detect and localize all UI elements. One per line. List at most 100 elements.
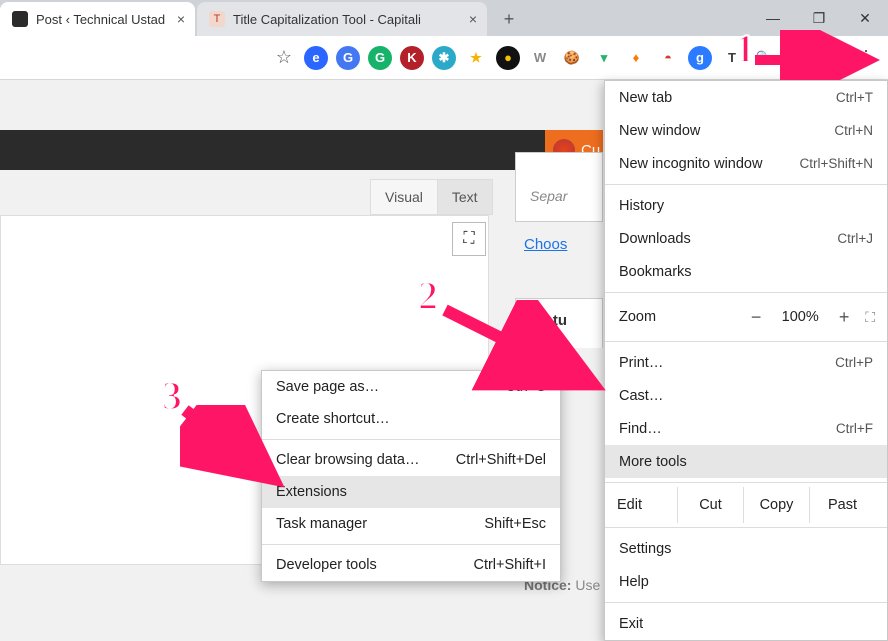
extension-icon[interactable]: ♦ (624, 46, 648, 70)
menu-separator (605, 341, 887, 342)
submenu-create-shortcut[interactable]: Create shortcut… (262, 403, 560, 435)
menu-label: Task manager (276, 516, 367, 532)
menu-shortcut: Ctrl+F (836, 421, 873, 436)
new-tab-button[interactable]: + (495, 5, 523, 33)
tab-title: Post ‹ Technical Ustad (36, 12, 167, 27)
choose-link[interactable]: Choos (524, 236, 567, 253)
menu-shortcut: Ctrl+Shift+I (473, 557, 546, 573)
submenu-clear-data[interactable]: Clear browsing data…Ctrl+Shift+Del (262, 444, 560, 476)
more-tools-submenu: Save page as…Ctrl+S Create shortcut… Cle… (261, 370, 561, 582)
menu-help[interactable]: Help (605, 565, 887, 598)
extension-icon[interactable]: K (400, 46, 424, 70)
menu-label: Exit (619, 616, 643, 632)
menu-label: Developer tools (276, 557, 377, 573)
menu-separator (605, 482, 887, 483)
browser-tab-1[interactable]: Post ‹ Technical Ustad × (0, 2, 195, 36)
menu-new-tab[interactable]: New tab Ctrl+T (605, 81, 887, 114)
menu-separator (605, 602, 887, 603)
extension-icon[interactable]: ▾ (592, 46, 616, 70)
menu-shortcut: Ctrl+N (834, 123, 873, 138)
menu-incognito[interactable]: New incognito window Ctrl+Shift+N (605, 147, 887, 180)
menu-label: Print… (619, 355, 663, 371)
extension-icon[interactable]: ✱ (432, 46, 456, 70)
menu-shortcut: Ctrl+J (837, 231, 873, 246)
editor-tabs: Visual Text (370, 179, 493, 215)
menu-bookmarks[interactable]: Bookmarks (605, 255, 887, 288)
extension-icon[interactable]: ◓ (656, 46, 680, 70)
annotation-arrow-2 (435, 300, 615, 400)
menu-cast[interactable]: Cast… (605, 379, 887, 412)
menu-more-tools[interactable]: More tools (605, 445, 887, 478)
extension-icon[interactable]: G (336, 46, 360, 70)
edit-cut-button[interactable]: Cut (677, 487, 743, 523)
menu-label: Bookmarks (619, 264, 692, 280)
annotation-number-1: 1 (735, 25, 769, 67)
extension-icon[interactable]: G (368, 46, 392, 70)
extension-icon[interactable]: e (304, 46, 328, 70)
menu-label: History (619, 198, 664, 214)
extension-icon[interactable]: W (528, 46, 552, 70)
zoom-percent: 100% (777, 309, 823, 325)
fullscreen-button[interactable]: ⛶ (452, 222, 486, 256)
close-tab-icon[interactable]: × (469, 11, 477, 27)
annotation-number-2: 2 (418, 272, 452, 314)
extension-icon[interactable]: ★ (464, 46, 488, 70)
separate-hint: Separ (518, 180, 602, 212)
chrome-main-menu: New tab Ctrl+T New window Ctrl+N New incog… (604, 80, 888, 641)
annotation-number-3: 3 (162, 372, 196, 414)
menu-shortcut: Ctrl+Shift+N (799, 156, 873, 171)
editor-tab-visual[interactable]: Visual (370, 179, 438, 215)
menu-edit-row: Edit Cut Copy Past (605, 487, 887, 523)
menu-print[interactable]: Print… Ctrl+P (605, 346, 887, 379)
submenu-dev-tools[interactable]: Developer tools Ctrl+Shift+I (262, 549, 560, 581)
edit-label: Edit (617, 497, 677, 513)
menu-label: Downloads (619, 231, 691, 247)
menu-label: Help (619, 574, 649, 590)
edit-paste-button[interactable]: Past (809, 487, 875, 523)
tab-title: Title Capitalization Tool - Capitali (233, 12, 459, 27)
zoom-out-button[interactable]: − (743, 307, 769, 328)
submenu-task-manager[interactable]: Task manager Shift+Esc (262, 508, 560, 540)
menu-label: Find… (619, 421, 662, 437)
submenu-extensions[interactable]: Extensions (262, 476, 560, 508)
fullscreen-icon[interactable]: ⛶ (865, 309, 877, 326)
menu-label: New window (619, 123, 700, 139)
menu-separator (262, 544, 560, 545)
menu-label: New tab (619, 90, 672, 106)
annotation-arrow-3 (180, 405, 300, 495)
menu-shortcut: Shift+Esc (484, 516, 546, 532)
menu-find[interactable]: Find… Ctrl+F (605, 412, 887, 445)
menu-downloads[interactable]: Downloads Ctrl+J (605, 222, 887, 255)
tab-favicon: T (209, 11, 225, 27)
zoom-label: Zoom (619, 309, 735, 325)
annotation-arrow-1 (750, 30, 888, 80)
menu-separator (605, 527, 887, 528)
menu-shortcut: Ctrl+T (836, 90, 873, 105)
menu-new-window[interactable]: New window Ctrl+N (605, 114, 887, 147)
menu-separator (605, 184, 887, 185)
menu-separator (262, 439, 560, 440)
menu-label: New incognito window (619, 156, 762, 172)
menu-shortcut: Ctrl+Shift+Del (456, 452, 546, 468)
menu-settings[interactable]: Settings (605, 532, 887, 565)
tab-favicon (12, 11, 28, 27)
menu-label: Save page as… (276, 379, 379, 395)
menu-label: Settings (619, 541, 671, 557)
edit-copy-button[interactable]: Copy (743, 487, 809, 523)
extension-icon[interactable]: 🍪 (560, 46, 584, 70)
menu-zoom: Zoom − 100% + ⛶ (605, 297, 887, 337)
menu-shortcut: Ctrl+P (835, 355, 873, 370)
extension-icon[interactable]: ● (496, 46, 520, 70)
extension-icon[interactable]: g (688, 46, 712, 70)
browser-tab-2[interactable]: T Title Capitalization Tool - Capitali × (197, 2, 487, 36)
menu-separator (605, 292, 887, 293)
menu-history[interactable]: History (605, 189, 887, 222)
menu-label: More tools (619, 454, 687, 470)
page-header-strip (0, 130, 545, 170)
editor-tab-text[interactable]: Text (438, 179, 493, 215)
menu-label: Cast… (619, 388, 663, 404)
bookmark-star-icon[interactable]: ☆ (276, 47, 292, 68)
close-tab-icon[interactable]: × (177, 11, 185, 27)
zoom-in-button[interactable]: + (831, 307, 857, 328)
menu-exit[interactable]: Exit (605, 607, 887, 640)
